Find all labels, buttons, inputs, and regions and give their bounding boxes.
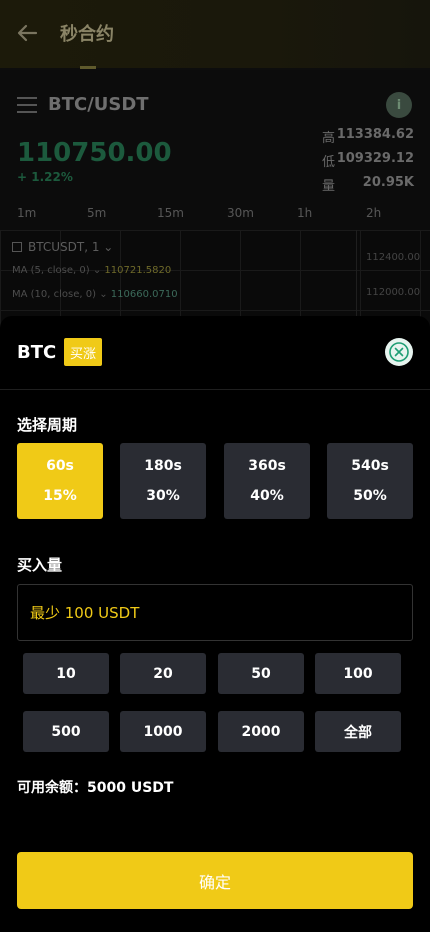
menu-icon[interactable]: [17, 97, 37, 113]
page-title: 秒合约: [60, 24, 114, 45]
stat-low: 低 109329.12: [322, 151, 414, 170]
stat-high: 高 113384.62: [322, 127, 414, 146]
interval-tab[interactable]: 1m: [17, 206, 36, 220]
close-button[interactable]: [385, 338, 413, 366]
chart-symbol: BTCUSDT, 1 ⌄: [12, 240, 113, 254]
amount-input[interactable]: 最少 100 USDT: [17, 584, 413, 641]
chart-axis-divider: [356, 230, 357, 330]
stat-volume: 量 20.95K: [322, 175, 414, 194]
amount-preset-20[interactable]: 20: [120, 653, 206, 694]
ma10-line: MA (10, close, 0) ⌄ 110660.0710: [12, 289, 178, 300]
ma5-line: MA (5, close, 0) ⌄ 110721.5820: [12, 265, 172, 276]
order-sheet: BTC 买涨 选择周期 60s 15% 180s 30% 360s 40% 54…: [0, 316, 430, 932]
period-time: 180s: [144, 458, 182, 474]
period-options: 60s 15% 180s 30% 360s 40% 540s 50%: [17, 443, 413, 519]
info-icon[interactable]: i: [386, 92, 412, 118]
available-balance: 可用余额：5000 USDT: [17, 777, 173, 797]
confirm-button[interactable]: 确定: [17, 852, 413, 909]
collapse-icon[interactable]: [12, 242, 22, 252]
period-option-360s[interactable]: 360s 40%: [224, 443, 310, 519]
interval-tab[interactable]: 1h: [297, 206, 312, 220]
interval-tabs: 1m 5m 15m 30m 1h 2h: [0, 206, 430, 226]
back-arrow-icon[interactable]: [16, 22, 38, 44]
period-option-60s[interactable]: 60s 15%: [17, 443, 103, 519]
amount-preset-1000[interactable]: 1000: [120, 711, 206, 752]
period-time: 540s: [351, 458, 389, 474]
period-rate: 50%: [353, 488, 387, 504]
balance-value: 5000 USDT: [87, 780, 174, 796]
amount-preset-2000[interactable]: 2000: [218, 711, 304, 752]
pair-name[interactable]: BTC/USDT: [48, 94, 149, 115]
coin-name: BTC: [17, 342, 57, 363]
interval-tab[interactable]: 15m: [157, 206, 184, 220]
period-rate: 30%: [146, 488, 180, 504]
period-time: 360s: [248, 458, 286, 474]
title-underline: [80, 66, 96, 69]
period-rate: 40%: [250, 488, 284, 504]
close-icon: [389, 342, 409, 362]
direction-badge: 买涨: [64, 338, 103, 366]
period-section-label: 选择周期: [17, 416, 78, 434]
period-option-180s[interactable]: 180s 30%: [120, 443, 206, 519]
amount-preset-100[interactable]: 100: [315, 653, 401, 694]
last-price: 110750.00: [17, 138, 172, 168]
interval-tab[interactable]: 30m: [227, 206, 254, 220]
balance-label: 可用余额：: [17, 780, 87, 796]
amount-preset-500[interactable]: 500: [23, 711, 109, 752]
amount-section-label: 买入量: [17, 556, 63, 574]
price-axis-label: 112000.00: [366, 287, 421, 298]
top-bar: 秒合约: [0, 0, 430, 69]
sheet-header: BTC 买涨: [0, 316, 430, 390]
interval-tab[interactable]: 5m: [87, 206, 106, 220]
period-time: 60s: [46, 458, 74, 474]
interval-tab[interactable]: 2h: [366, 206, 381, 220]
price-axis-label: 112400.00: [366, 252, 421, 263]
period-rate: 15%: [43, 488, 77, 504]
period-option-540s[interactable]: 540s 50%: [327, 443, 413, 519]
amount-preset-all[interactable]: 全部: [315, 711, 401, 752]
amount-preset-10[interactable]: 10: [23, 653, 109, 694]
price-change: + 1.22%: [17, 170, 73, 184]
amount-preset-50[interactable]: 50: [218, 653, 304, 694]
